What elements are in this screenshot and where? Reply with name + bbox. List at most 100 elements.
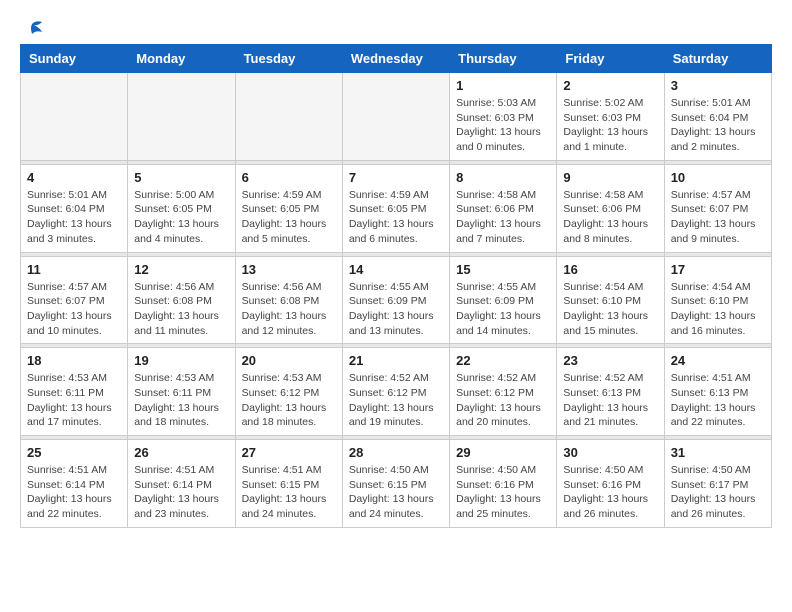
day-number: 19: [134, 353, 228, 368]
calendar-day-cell: 20 Sunrise: 4:53 AM Sunset: 6:12 PM Dayli…: [235, 348, 342, 436]
calendar-day-cell: 11 Sunrise: 4:57 AM Sunset: 6:07 PM Dayli…: [21, 256, 128, 344]
day-info: Sunrise: 4:55 AM Sunset: 6:09 PM Dayligh…: [456, 280, 550, 339]
day-info: Sunrise: 4:52 AM Sunset: 6:13 PM Dayligh…: [563, 371, 657, 430]
day-info: Sunrise: 4:51 AM Sunset: 6:14 PM Dayligh…: [27, 463, 121, 522]
day-number: 23: [563, 353, 657, 368]
day-number: 5: [134, 170, 228, 185]
calendar-week-row: 25 Sunrise: 4:51 AM Sunset: 6:14 PM Dayli…: [21, 440, 772, 528]
day-info: Sunrise: 4:51 AM Sunset: 6:14 PM Dayligh…: [134, 463, 228, 522]
day-info: Sunrise: 4:52 AM Sunset: 6:12 PM Dayligh…: [349, 371, 443, 430]
calendar-day-cell: 15 Sunrise: 4:55 AM Sunset: 6:09 PM Dayli…: [450, 256, 557, 344]
day-number: 29: [456, 445, 550, 460]
calendar-day-cell: 1 Sunrise: 5:03 AM Sunset: 6:03 PM Daylig…: [450, 73, 557, 161]
day-info: Sunrise: 4:58 AM Sunset: 6:06 PM Dayligh…: [563, 188, 657, 247]
day-number: 30: [563, 445, 657, 460]
day-info: Sunrise: 4:50 AM Sunset: 6:17 PM Dayligh…: [671, 463, 765, 522]
calendar-day-cell: 9 Sunrise: 4:58 AM Sunset: 6:06 PM Daylig…: [557, 164, 664, 252]
day-info: Sunrise: 5:03 AM Sunset: 6:03 PM Dayligh…: [456, 96, 550, 155]
day-info: Sunrise: 4:59 AM Sunset: 6:05 PM Dayligh…: [349, 188, 443, 247]
day-number: 20: [242, 353, 336, 368]
day-info: Sunrise: 5:01 AM Sunset: 6:04 PM Dayligh…: [27, 188, 121, 247]
day-number: 27: [242, 445, 336, 460]
calendar-day-cell: [342, 73, 449, 161]
calendar-day-cell: 17 Sunrise: 4:54 AM Sunset: 6:10 PM Dayli…: [664, 256, 771, 344]
day-number: 7: [349, 170, 443, 185]
calendar-day-cell: 6Sunrise: 4:59 AM Sunset: 6:05 PM Daylig…: [235, 164, 342, 252]
day-info: Sunrise: 5:02 AM Sunset: 6:03 PM Dayligh…: [563, 96, 657, 155]
calendar-day-cell: 12 Sunrise: 4:56 AM Sunset: 6:08 PM Dayli…: [128, 256, 235, 344]
page-header: [20, 20, 772, 34]
day-number: 12: [134, 262, 228, 277]
calendar-day-cell: 10 Sunrise: 4:57 AM Sunset: 6:07 PM Dayli…: [664, 164, 771, 252]
day-number: 21: [349, 353, 443, 368]
calendar-day-cell: 3 Sunrise: 5:01 AM Sunset: 6:04 PM Daylig…: [664, 73, 771, 161]
day-info: Sunrise: 5:01 AM Sunset: 6:04 PM Dayligh…: [671, 96, 765, 155]
calendar-week-row: 11 Sunrise: 4:57 AM Sunset: 6:07 PM Dayli…: [21, 256, 772, 344]
day-info: Sunrise: 4:52 AM Sunset: 6:12 PM Dayligh…: [456, 371, 550, 430]
calendar-day-header: Thursday: [450, 45, 557, 73]
day-number: 15: [456, 262, 550, 277]
calendar-week-row: 1 Sunrise: 5:03 AM Sunset: 6:03 PM Daylig…: [21, 73, 772, 161]
day-number: 22: [456, 353, 550, 368]
day-number: 28: [349, 445, 443, 460]
day-info: Sunrise: 4:50 AM Sunset: 6:16 PM Dayligh…: [456, 463, 550, 522]
calendar-day-header: Monday: [128, 45, 235, 73]
calendar-day-cell: 24 Sunrise: 4:51 AM Sunset: 6:13 PM Dayli…: [664, 348, 771, 436]
day-number: 26: [134, 445, 228, 460]
calendar-week-row: 4 Sunrise: 5:01 AM Sunset: 6:04 PM Daylig…: [21, 164, 772, 252]
day-number: 24: [671, 353, 765, 368]
calendar-day-header: Saturday: [664, 45, 771, 73]
calendar-day-cell: [21, 73, 128, 161]
day-info: Sunrise: 4:50 AM Sunset: 6:16 PM Dayligh…: [563, 463, 657, 522]
day-number: 31: [671, 445, 765, 460]
day-number: 6: [242, 170, 336, 185]
day-number: 1: [456, 78, 550, 93]
calendar-day-cell: 25 Sunrise: 4:51 AM Sunset: 6:14 PM Dayli…: [21, 440, 128, 528]
calendar-day-cell: 26 Sunrise: 4:51 AM Sunset: 6:14 PM Dayli…: [128, 440, 235, 528]
day-info: Sunrise: 4:53 AM Sunset: 6:11 PM Dayligh…: [27, 371, 121, 430]
day-info: Sunrise: 4:57 AM Sunset: 6:07 PM Dayligh…: [27, 280, 121, 339]
day-info: Sunrise: 4:55 AM Sunset: 6:09 PM Dayligh…: [349, 280, 443, 339]
day-info: Sunrise: 4:56 AM Sunset: 6:08 PM Dayligh…: [242, 280, 336, 339]
day-number: 3: [671, 78, 765, 93]
calendar-day-cell: 31 Sunrise: 4:50 AM Sunset: 6:17 PM Dayli…: [664, 440, 771, 528]
calendar-header-row: SundayMondayTuesdayWednesdayThursdayFrid…: [21, 45, 772, 73]
day-number: 14: [349, 262, 443, 277]
day-info: Sunrise: 4:53 AM Sunset: 6:12 PM Dayligh…: [242, 371, 336, 430]
calendar-day-cell: [235, 73, 342, 161]
day-number: 17: [671, 262, 765, 277]
day-info: Sunrise: 4:54 AM Sunset: 6:10 PM Dayligh…: [563, 280, 657, 339]
day-number: 4: [27, 170, 121, 185]
calendar-day-cell: 27 Sunrise: 4:51 AM Sunset: 6:15 PM Dayli…: [235, 440, 342, 528]
day-info: Sunrise: 4:51 AM Sunset: 6:15 PM Dayligh…: [242, 463, 336, 522]
day-number: 18: [27, 353, 121, 368]
day-number: 11: [27, 262, 121, 277]
calendar-day-cell: 21 Sunrise: 4:52 AM Sunset: 6:12 PM Dayli…: [342, 348, 449, 436]
day-number: 8: [456, 170, 550, 185]
calendar-day-header: Sunday: [21, 45, 128, 73]
calendar-day-cell: 8Sunrise: 4:58 AM Sunset: 6:06 PM Daylig…: [450, 164, 557, 252]
day-info: Sunrise: 4:50 AM Sunset: 6:15 PM Dayligh…: [349, 463, 443, 522]
day-number: 25: [27, 445, 121, 460]
calendar-day-cell: 7 Sunrise: 4:59 AM Sunset: 6:05 PM Daylig…: [342, 164, 449, 252]
calendar-day-cell: 22 Sunrise: 4:52 AM Sunset: 6:12 PM Dayli…: [450, 348, 557, 436]
day-info: Sunrise: 4:54 AM Sunset: 6:10 PM Dayligh…: [671, 280, 765, 339]
calendar-day-cell: 28 Sunrise: 4:50 AM Sunset: 6:15 PM Dayli…: [342, 440, 449, 528]
day-info: Sunrise: 4:56 AM Sunset: 6:08 PM Dayligh…: [134, 280, 228, 339]
calendar-day-cell: 14 Sunrise: 4:55 AM Sunset: 6:09 PM Dayli…: [342, 256, 449, 344]
calendar-day-header: Tuesday: [235, 45, 342, 73]
day-info: Sunrise: 4:53 AM Sunset: 6:11 PM Dayligh…: [134, 371, 228, 430]
calendar-day-cell: [128, 73, 235, 161]
day-number: 9: [563, 170, 657, 185]
day-info: Sunrise: 4:51 AM Sunset: 6:13 PM Dayligh…: [671, 371, 765, 430]
calendar-day-cell: 19 Sunrise: 4:53 AM Sunset: 6:11 PM Dayli…: [128, 348, 235, 436]
calendar-table: SundayMondayTuesdayWednesdayThursdayFrid…: [20, 44, 772, 528]
calendar-day-cell: 2Sunrise: 5:02 AM Sunset: 6:03 PM Daylig…: [557, 73, 664, 161]
logo: [20, 20, 44, 34]
day-number: 10: [671, 170, 765, 185]
calendar-day-cell: 4 Sunrise: 5:01 AM Sunset: 6:04 PM Daylig…: [21, 164, 128, 252]
calendar-day-cell: 13Sunrise: 4:56 AM Sunset: 6:08 PM Dayli…: [235, 256, 342, 344]
calendar-day-cell: 23 Sunrise: 4:52 AM Sunset: 6:13 PM Dayli…: [557, 348, 664, 436]
day-info: Sunrise: 4:57 AM Sunset: 6:07 PM Dayligh…: [671, 188, 765, 247]
day-number: 16: [563, 262, 657, 277]
